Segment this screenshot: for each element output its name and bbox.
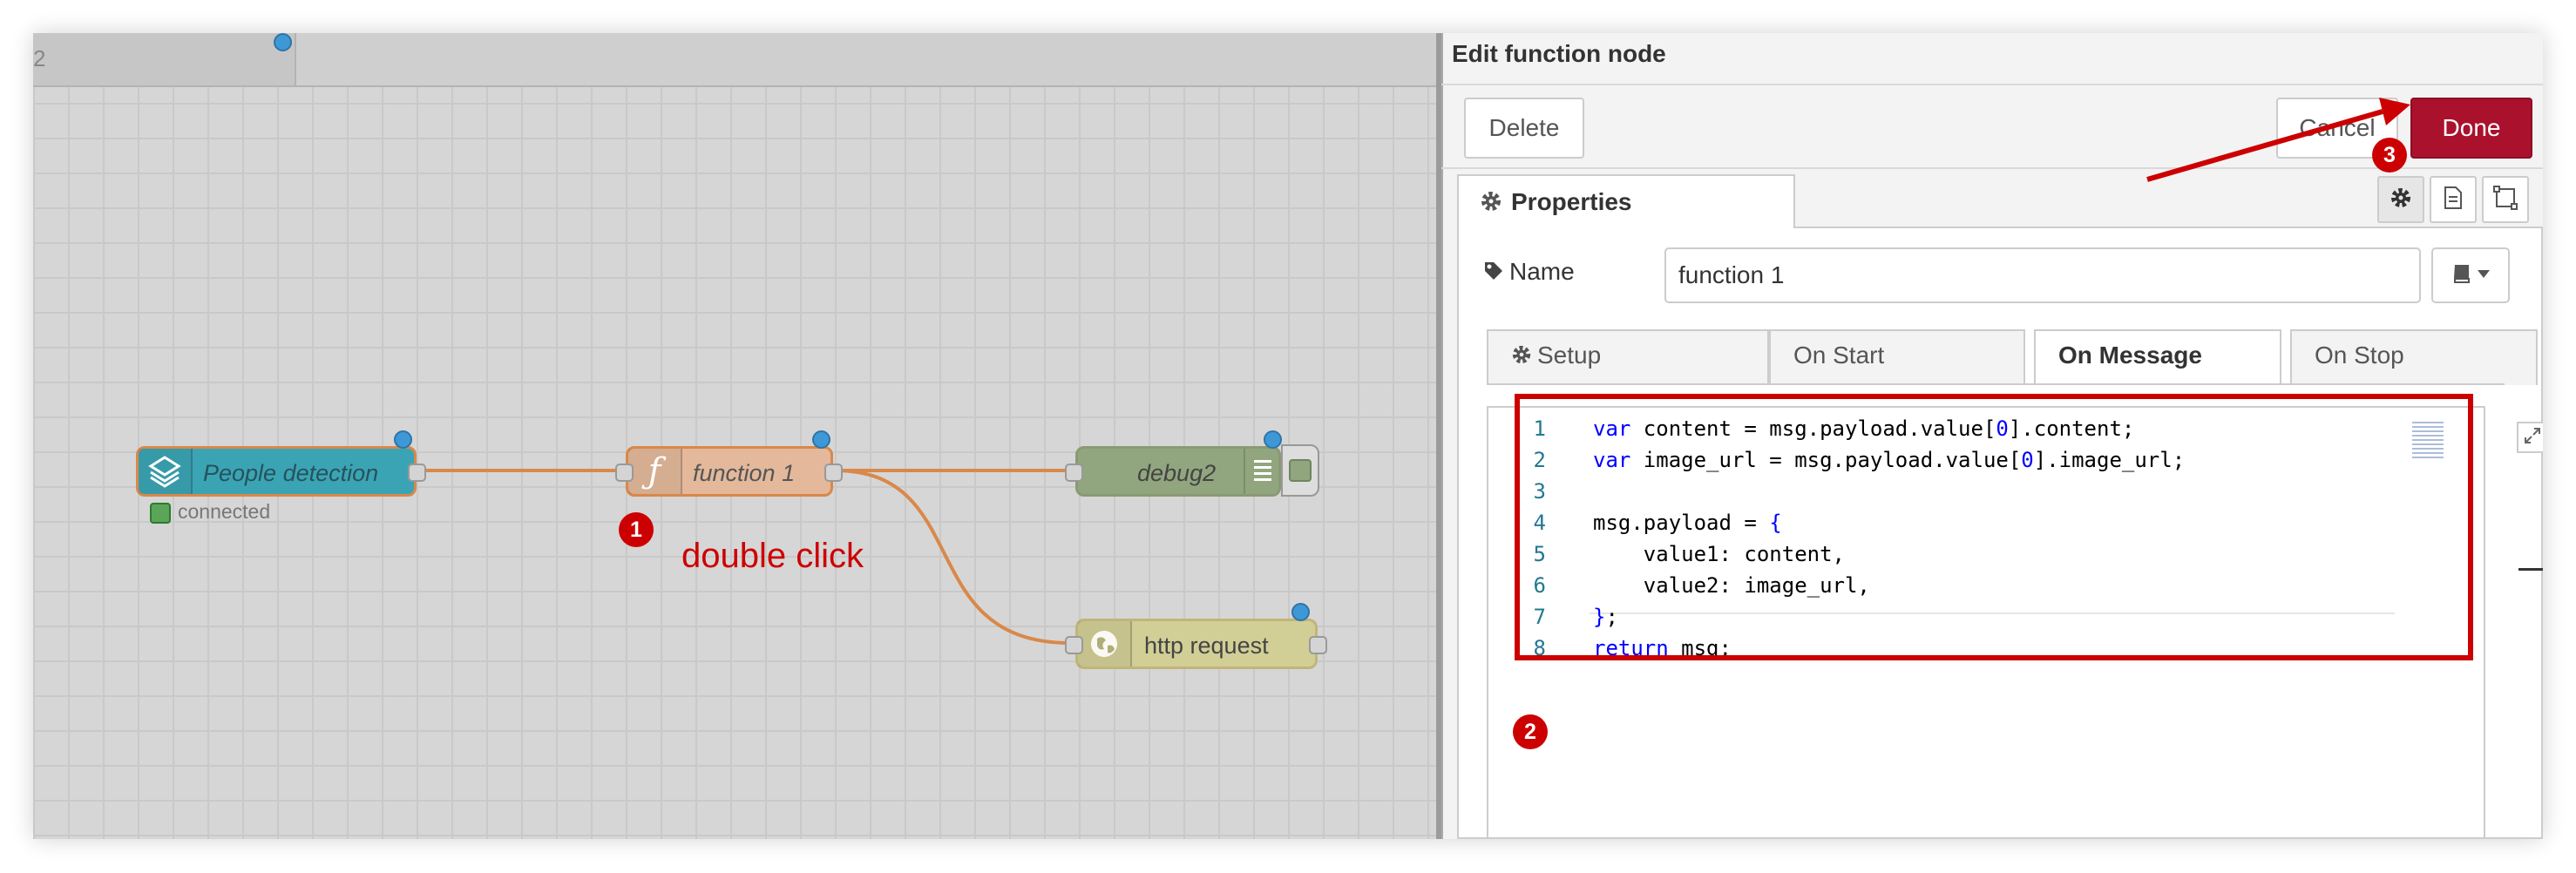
debug-toggle-indicator xyxy=(1289,459,1312,482)
http-request-node[interactable]: http request xyxy=(1075,619,1318,669)
divider xyxy=(1441,84,2543,85)
tab-setup-label: Setup xyxy=(1537,342,1602,369)
node-status: connected xyxy=(150,500,270,524)
tab-properties[interactable]: Properties xyxy=(1457,174,1795,228)
tab-on-stop[interactable]: On Stop xyxy=(2290,329,2538,385)
name-input[interactable] xyxy=(1664,247,2421,303)
wires-layer xyxy=(418,469,1071,645)
node-label: http request xyxy=(1144,633,1269,659)
subtab-underline xyxy=(1487,383,2505,385)
step-1-badge: 1 xyxy=(619,512,654,547)
expand-icon xyxy=(2524,427,2541,449)
input-port[interactable] xyxy=(1065,464,1083,482)
status-text: connected xyxy=(178,500,271,523)
node-label: function 1 xyxy=(693,460,796,486)
node-appearance-button[interactable] xyxy=(2482,176,2529,223)
node-label: People detection xyxy=(203,460,379,486)
step-3-badge: 3 xyxy=(2372,138,2407,173)
changed-indicator-dot xyxy=(1264,430,1282,449)
done-button[interactable]: Done xyxy=(2410,98,2532,159)
tray-title: Edit function node xyxy=(1452,40,1666,67)
gear-icon xyxy=(1480,190,1502,219)
changed-indicator-dot xyxy=(812,430,830,449)
scrollbar-marker xyxy=(2518,568,2543,571)
wire-function-to-http[interactable] xyxy=(834,469,1071,645)
tab-on-message-label: On Message xyxy=(2058,342,2202,369)
output-port[interactable] xyxy=(1309,636,1327,654)
gear-icon xyxy=(2390,186,2412,213)
double-click-annotation: double click xyxy=(681,537,864,575)
people-detection-node[interactable]: People detection xyxy=(136,446,417,497)
code-highlight-box xyxy=(1515,394,2473,660)
tab-on-start-label: On Start xyxy=(1793,342,1885,369)
function-icon: ƒ xyxy=(628,449,682,494)
output-port[interactable] xyxy=(408,464,426,482)
document-icon xyxy=(2444,186,2463,214)
node-settings-button[interactable] xyxy=(2377,176,2424,223)
changed-indicator-dot xyxy=(1291,603,1310,621)
input-port[interactable] xyxy=(1065,636,1083,654)
tab-setup[interactable]: Setup xyxy=(1487,329,1769,385)
node-label: debug2 xyxy=(1137,460,1217,486)
delete-button[interactable]: Delete xyxy=(1464,98,1584,159)
status-indicator-icon xyxy=(150,502,171,524)
tag-icon xyxy=(1483,260,1504,288)
output-port[interactable] xyxy=(824,464,843,482)
flow-workspace[interactable]: 2 People detection connected ƒ function … xyxy=(33,33,1436,839)
input-port[interactable] xyxy=(615,464,634,482)
expand-editor-button[interactable] xyxy=(2517,422,2543,453)
list-icon xyxy=(1244,449,1280,494)
debug-toggle-button[interactable] xyxy=(1281,444,1319,497)
name-label: Name xyxy=(1483,258,1575,288)
step-2-badge: 2 xyxy=(1513,714,1548,749)
book-icon xyxy=(2451,263,2471,288)
tab-on-start[interactable]: On Start xyxy=(1769,329,2025,385)
globe-icon xyxy=(1078,621,1132,667)
caret-down-icon xyxy=(2478,267,2490,283)
name-label-text: Name xyxy=(1509,258,1575,285)
function-1-node[interactable]: ƒ function 1 xyxy=(626,446,833,497)
tab-on-stop-label: On Stop xyxy=(2315,342,2404,369)
layers-icon xyxy=(139,449,193,494)
app-window: 2 People detection connected ƒ function … xyxy=(33,33,2543,839)
gear-icon xyxy=(1511,343,1532,371)
tab-on-message[interactable]: On Message xyxy=(2034,329,2281,385)
frame-icon xyxy=(2493,185,2518,214)
debug2-node[interactable]: debug2 xyxy=(1075,446,1281,497)
library-button[interactable] xyxy=(2431,247,2510,303)
changed-indicator-dot xyxy=(394,430,412,449)
node-description-button[interactable] xyxy=(2430,176,2477,223)
tab-properties-label: Properties xyxy=(1511,188,1632,215)
